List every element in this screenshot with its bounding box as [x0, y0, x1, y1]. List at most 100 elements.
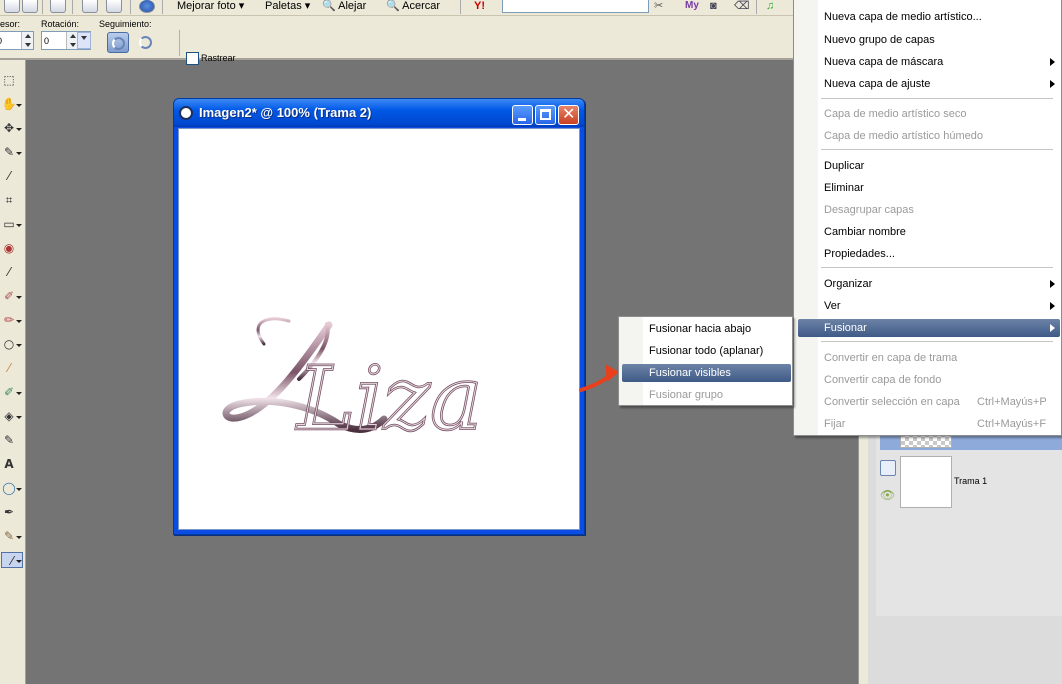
straighten-arrow-icon[interactable] [16, 224, 22, 230]
document-title: Imagen2* @ 100% (Trama 2) [199, 105, 372, 120]
menu-item-propiedades[interactable]: Propiedades... [824, 245, 895, 263]
text-tool-icon[interactable]: A [1, 456, 17, 472]
clone-brush-arrow-icon[interactable] [16, 296, 22, 302]
magic-wand-icon[interactable]: ✎ [1, 144, 17, 160]
menu-item-nueva-capa-mascara[interactable]: Nueva capa de máscara [824, 53, 943, 71]
my-yahoo-icon[interactable]: My [685, 0, 699, 14]
alejar-button[interactable]: 🔍 Alejar [322, 0, 366, 14]
redo-button[interactable] [22, 0, 38, 13]
minimize-icon [518, 118, 526, 121]
menu-item-nueva-capa-medio-artistico[interactable]: Nueva capa de medio artístico... [824, 8, 982, 26]
paint-brush-arrow-icon[interactable] [16, 320, 22, 326]
pen-tool-icon[interactable]: ✒ [1, 504, 17, 520]
pan-tool-arrow-icon[interactable] [16, 104, 22, 110]
liza-script-artwork: Liza Liza [222, 317, 484, 451]
rotacion-spinner[interactable] [41, 31, 91, 50]
preset-shape-icon[interactable]: ◯ [1, 480, 17, 496]
dodge-arrow-icon[interactable] [16, 344, 22, 350]
copy-button[interactable] [50, 0, 66, 13]
eraser-icon[interactable]: ⌫ [734, 0, 750, 14]
art-brush-arrow-icon[interactable] [16, 536, 22, 542]
mejorar-foto-menu[interactable]: Mejorar foto ▾ [177, 0, 244, 14]
fill-arrow-icon[interactable] [16, 416, 22, 422]
undo-button[interactable] [4, 0, 20, 13]
grosor-spinner[interactable] [0, 31, 34, 50]
maximize-button[interactable] [535, 105, 556, 125]
grosor-spin-arrows[interactable] [21, 32, 33, 49]
menu-item-fusionar[interactable]: Fusionar [824, 319, 867, 337]
dropper-icon[interactable]: ⁄ [1, 168, 17, 184]
layer-context-menu: Nueva capa de medio artístico... Nuevo g… [793, 0, 1062, 436]
scissors-icon[interactable]: ✂ [654, 0, 663, 14]
preset-shape-arrow-icon[interactable] [16, 488, 22, 494]
straighten-icon[interactable]: ▭ [1, 216, 17, 232]
rastrear-checkbox[interactable] [186, 52, 199, 65]
minimize-button[interactable] [512, 105, 533, 125]
acercar-button[interactable]: 🔍 Acercar [386, 0, 440, 14]
menu-item-convertir-fondo: Convertir capa de fondo [824, 374, 942, 386]
menu-item-duplicar[interactable]: Duplicar [824, 157, 864, 175]
layers-list: 👁 Trama 1 [876, 420, 1062, 616]
tools-palette: ⬚ ✋ ✥ ✎ ⁄ ⌗ ▭ ◉ ⁄ ✐ ✏ ○ ⁄ ✐ ◈ ✎ A ◯ ✒ ✎ … [0, 60, 26, 684]
paint-brush-icon[interactable]: ✏ [1, 312, 17, 328]
menu-item-eliminar[interactable]: Eliminar [824, 179, 864, 197]
menu-item-cambiar-nombre[interactable]: Cambiar nombre [824, 223, 906, 241]
organizer-button[interactable] [106, 0, 122, 13]
paletas-menu[interactable]: Paletas ▾ [265, 0, 310, 14]
fusionar-submenu: Fusionar hacia abajo Fusionar todo (apla… [618, 316, 793, 406]
submenu-item-fusionar-visibles[interactable]: Fusionar visibles [649, 364, 731, 382]
eye-icon[interactable]: 👁 [880, 488, 895, 502]
psp-workspace: Mejorar foto ▾ Paletas ▾ 🔍 Alejar 🔍 Acer… [0, 0, 1062, 684]
layer-row-trama-1[interactable]: 👁 Trama 1 [876, 456, 1062, 512]
document-icon[interactable] [179, 106, 193, 120]
picture-tube-icon[interactable]: ✎ [1, 432, 17, 448]
seguimiento-label: Seguimiento: [99, 19, 152, 29]
document-titlebar[interactable]: Imagen2* @ 100% (Trama 2) ✕ [174, 99, 584, 127]
submenu-item-fusionar-hacia-abajo[interactable]: Fusionar hacia abajo [649, 320, 751, 338]
eraser-tool-icon[interactable]: ✐ [1, 384, 17, 400]
red-eye-icon[interactable]: ◉ [1, 240, 17, 256]
fill-icon[interactable]: ◈ [1, 408, 17, 424]
layer-type-icon [880, 460, 896, 476]
layer-thumbnail [900, 456, 952, 508]
browse-button[interactable] [82, 0, 98, 13]
makeover-icon[interactable]: ⁄ [1, 264, 17, 280]
yahoo-search-input[interactable] [502, 0, 649, 13]
submenu-arrow-icon [1050, 80, 1055, 88]
art-brush-icon[interactable]: ✎ [1, 528, 17, 544]
menu-item-nuevo-grupo-capas[interactable]: Nuevo grupo de capas [824, 31, 935, 49]
rotacion-dropdown-icon[interactable] [77, 32, 91, 49]
crop-tool-icon[interactable]: ⌗ [1, 192, 17, 208]
camera-icon[interactable]: ◙ [710, 0, 717, 14]
music-icon[interactable]: ♫ [766, 0, 774, 14]
active-art-tool-arrow-icon[interactable] [16, 560, 22, 566]
rastrear-label: Rastrear [201, 53, 236, 63]
eraser-tool-arrow-icon[interactable] [16, 392, 22, 398]
magic-wand-arrow-icon[interactable] [16, 152, 22, 158]
menu-item-organizar[interactable]: Organizar [824, 275, 872, 293]
move-tool-arrow-icon[interactable] [16, 128, 22, 134]
selection-tool-icon[interactable]: ⬚ [1, 72, 17, 88]
menu-separator [821, 98, 1053, 99]
submenu-item-fusionar-grupo: Fusionar grupo [649, 389, 723, 401]
image-canvas[interactable]: Liza Liza [178, 128, 580, 530]
pan-tool-icon[interactable]: ✋ [1, 96, 17, 112]
document-window[interactable]: Imagen2* @ 100% (Trama 2) ✕ Liza Liza [173, 98, 585, 535]
seguimiento-mode-1-button[interactable] [107, 32, 129, 53]
rotacion-input[interactable] [42, 32, 66, 49]
toolbar-separator [162, 0, 163, 14]
clone-brush-icon[interactable]: ✐ [1, 288, 17, 304]
menu-item-nueva-capa-ajuste[interactable]: Nueva capa de ajuste [824, 75, 930, 93]
smudge-icon[interactable]: ⁄ [1, 360, 17, 376]
submenu-arrow-icon [1050, 58, 1055, 66]
move-tool-icon[interactable]: ✥ [1, 120, 17, 136]
seguimiento-mode-2-button[interactable] [135, 32, 157, 53]
dodge-icon[interactable]: ○ [1, 336, 17, 352]
yahoo-icon[interactable]: Y! [474, 0, 485, 14]
close-button[interactable]: ✕ [558, 104, 579, 125]
submenu-item-fusionar-todo[interactable]: Fusionar todo (aplanar) [649, 342, 763, 360]
close-icon: ✕ [562, 104, 576, 123]
menu-item-ver[interactable]: Ver [824, 297, 841, 315]
toolbar-separator [756, 0, 757, 14]
info-icon[interactable] [139, 0, 155, 13]
